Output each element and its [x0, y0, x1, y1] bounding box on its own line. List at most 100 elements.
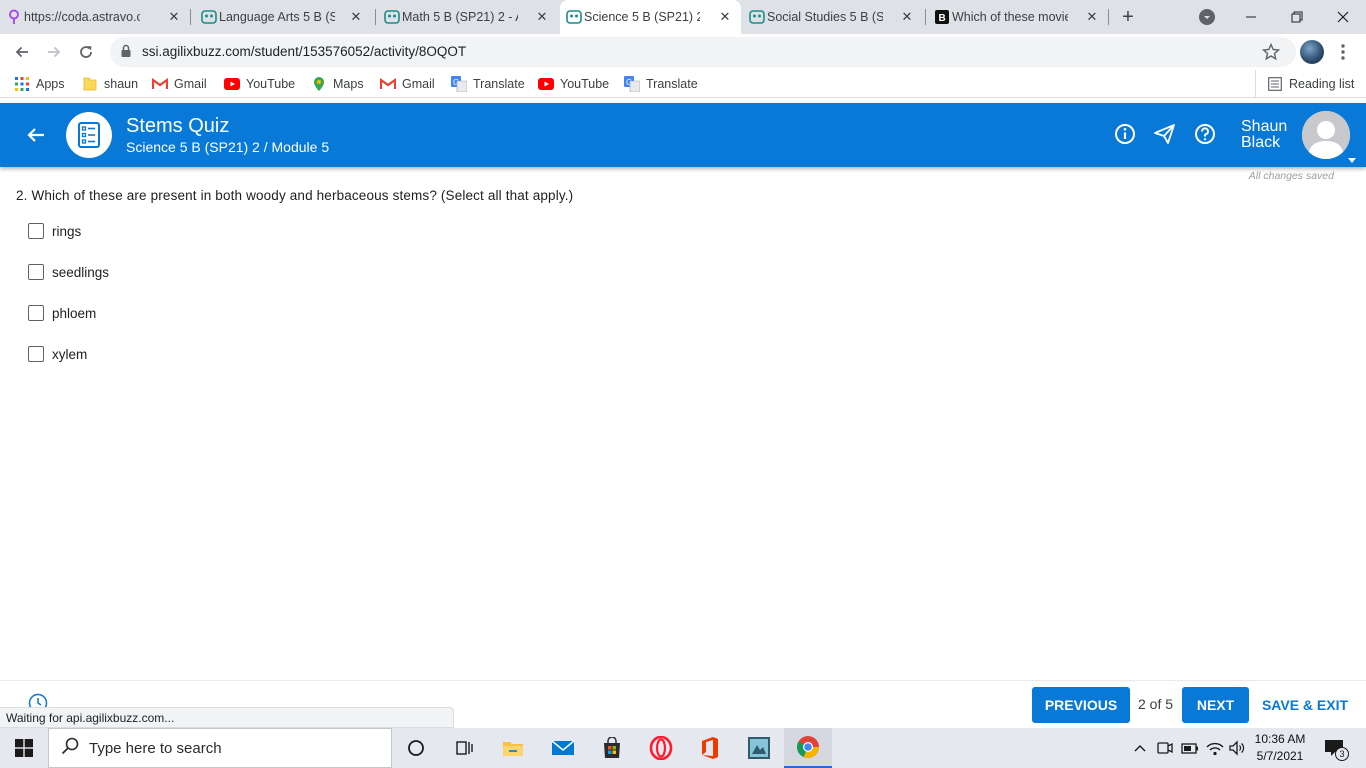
system-clock[interactable]: 10:36 AM 5/7/2021	[1244, 731, 1316, 765]
bookmark-gmail[interactable]: Gmail	[380, 76, 435, 92]
answer-option[interactable]: phloem	[28, 303, 96, 323]
app-icon[interactable]	[735, 728, 783, 768]
browser-tab[interactable]: B Which of these movies ✕	[928, 0, 1108, 34]
url-text[interactable]: ssi.agilixbuzz.com/student/153576052/act…	[142, 44, 466, 59]
office-icon[interactable]	[686, 728, 734, 768]
cortana-icon[interactable]	[392, 728, 440, 768]
browser-tab[interactable]: Social Studies 5 B (SP21) ✕	[743, 0, 923, 34]
browser-tab[interactable]: Language Arts 5 B (SP21) 2 ✕	[195, 0, 372, 34]
chrome-icon[interactable]	[784, 728, 832, 768]
close-tab-icon[interactable]: ✕	[348, 9, 364, 25]
tab-title: Which of these movies	[952, 10, 1068, 24]
quiz-header: Stems Quiz Science 5 B (SP21) 2 / Module…	[0, 103, 1366, 167]
wifi-icon[interactable]	[1206, 740, 1224, 761]
reading-list-label: Reading list	[1289, 77, 1355, 91]
user-avatar[interactable]	[1302, 111, 1350, 159]
bookmark-youtube[interactable]: YouTube	[538, 76, 609, 92]
restore-icon[interactable]	[1286, 6, 1308, 28]
bookmark-label: YouTube	[246, 77, 296, 91]
microsoft-store-icon[interactable]	[588, 728, 636, 768]
bookmark-label: Translate	[646, 77, 698, 91]
new-tab-icon[interactable]: +	[1118, 7, 1138, 27]
taskbar: Type here to search 10:36 AM 5/7/2021 3	[0, 728, 1366, 768]
bookmarks-bar: Apps shaun Gmail YouTube Maps Gmail G Tr…	[0, 70, 1366, 98]
bookmark-folder-shaun[interactable]: shaun	[82, 76, 138, 92]
close-tab-icon[interactable]: ✕	[899, 9, 915, 25]
tab-search-icon[interactable]	[1199, 9, 1215, 25]
profile-avatar[interactable]	[1300, 40, 1324, 64]
answer-checkbox[interactable]	[28, 223, 44, 239]
user-name[interactable]: Shaun Black	[1241, 119, 1287, 151]
forward-icon[interactable]	[40, 38, 68, 66]
browser-tab[interactable]: https://coda.astravo.com ✕	[0, 0, 190, 34]
bookmark-label: Gmail	[402, 77, 435, 91]
windows-start-icon[interactable]	[0, 728, 48, 768]
taskbar-search-box[interactable]: Type here to search	[48, 728, 392, 768]
agilix-favicon-icon	[201, 9, 217, 25]
bookmark-translate[interactable]: G Translate	[451, 76, 525, 92]
bookmark-youtube[interactable]: YouTube	[224, 76, 295, 92]
tab-title: Language Arts 5 B (SP21) 2	[219, 10, 335, 24]
clock-time: 10:36 AM	[1254, 732, 1306, 746]
bookmark-apps[interactable]: Apps	[14, 76, 65, 92]
notifications-icon[interactable]: 3	[1324, 739, 1350, 761]
send-icon[interactable]	[1152, 121, 1178, 147]
info-icon[interactable]	[1112, 121, 1138, 147]
save-and-exit-button[interactable]: SAVE & EXIT	[1258, 687, 1352, 723]
answer-checkbox[interactable]	[28, 264, 44, 280]
browser-tab-active[interactable]: Science 5 B (SP21) 2 - Stems Quiz ✕	[560, 0, 741, 34]
help-icon[interactable]	[1192, 121, 1218, 147]
tab-separator	[1108, 9, 1109, 25]
reading-list-button[interactable]: Reading list	[1267, 76, 1354, 92]
answer-option[interactable]: rings	[28, 221, 81, 241]
answer-option[interactable]: xylem	[28, 344, 87, 364]
address-bar[interactable]: ssi.agilixbuzz.com/student/153576052/act…	[110, 37, 1296, 67]
lock-icon[interactable]	[120, 44, 132, 63]
bookmark-gmail[interactable]: Gmail	[152, 76, 207, 92]
youtube-icon	[224, 76, 240, 92]
bookmark-translate[interactable]: G Translate	[624, 76, 698, 92]
opera-icon[interactable]	[637, 728, 685, 768]
answer-label[interactable]: seedlings	[52, 265, 109, 280]
tab-title: Social Studies 5 B (SP21)	[767, 10, 883, 24]
bookmark-maps[interactable]: Maps	[311, 76, 364, 92]
page-indicator: 2 of 5	[1138, 696, 1174, 712]
close-tab-icon[interactable]: ✕	[717, 9, 733, 25]
reload-icon[interactable]	[72, 38, 100, 66]
close-tab-icon[interactable]: ✕	[534, 9, 550, 25]
close-tab-icon[interactable]: ✕	[166, 9, 182, 25]
answer-label[interactable]: rings	[52, 224, 81, 239]
more-menu-icon[interactable]	[1337, 42, 1349, 62]
svg-text:B: B	[939, 13, 946, 24]
answer-option[interactable]: seedlings	[28, 262, 109, 282]
tab-title: Science 5 B (SP21) 2 - Stems Quiz	[584, 10, 700, 24]
answer-label[interactable]: phloem	[52, 306, 96, 321]
user-menu-caret-icon[interactable]	[1347, 151, 1357, 163]
task-view-icon[interactable]	[440, 728, 488, 768]
page-title: Stems Quiz	[126, 115, 230, 137]
gmail-icon	[152, 76, 168, 92]
notification-count-badge: 3	[1335, 747, 1349, 761]
previous-button[interactable]: PREVIOUS	[1032, 687, 1130, 723]
answer-checkbox[interactable]	[28, 346, 44, 362]
close-tab-icon[interactable]: ✕	[1084, 9, 1100, 25]
minimize-icon[interactable]	[1240, 6, 1262, 28]
bookmarks-divider	[1255, 70, 1256, 98]
close-window-icon[interactable]	[1332, 6, 1354, 28]
back-arrow-icon[interactable]	[24, 123, 48, 147]
browser-tab[interactable]: Math 5 B (SP21) 2 - Activity ✕	[378, 0, 558, 34]
battery-icon[interactable]	[1181, 740, 1199, 761]
next-button[interactable]: NEXT	[1182, 687, 1249, 723]
search-icon	[61, 737, 79, 760]
mail-icon[interactable]	[539, 728, 587, 768]
answer-checkbox[interactable]	[28, 305, 44, 321]
tab-title: Math 5 B (SP21) 2 - Activity	[402, 10, 518, 24]
agilix-favicon-icon	[749, 9, 765, 25]
meet-now-icon[interactable]	[1157, 740, 1173, 761]
bookmark-star-icon[interactable]	[1261, 42, 1281, 66]
file-explorer-icon[interactable]	[489, 728, 537, 768]
show-hidden-icons-icon[interactable]	[1132, 740, 1148, 761]
answer-label[interactable]: xylem	[52, 347, 87, 362]
bookmark-label: shaun	[104, 77, 139, 91]
back-icon[interactable]	[8, 38, 36, 66]
